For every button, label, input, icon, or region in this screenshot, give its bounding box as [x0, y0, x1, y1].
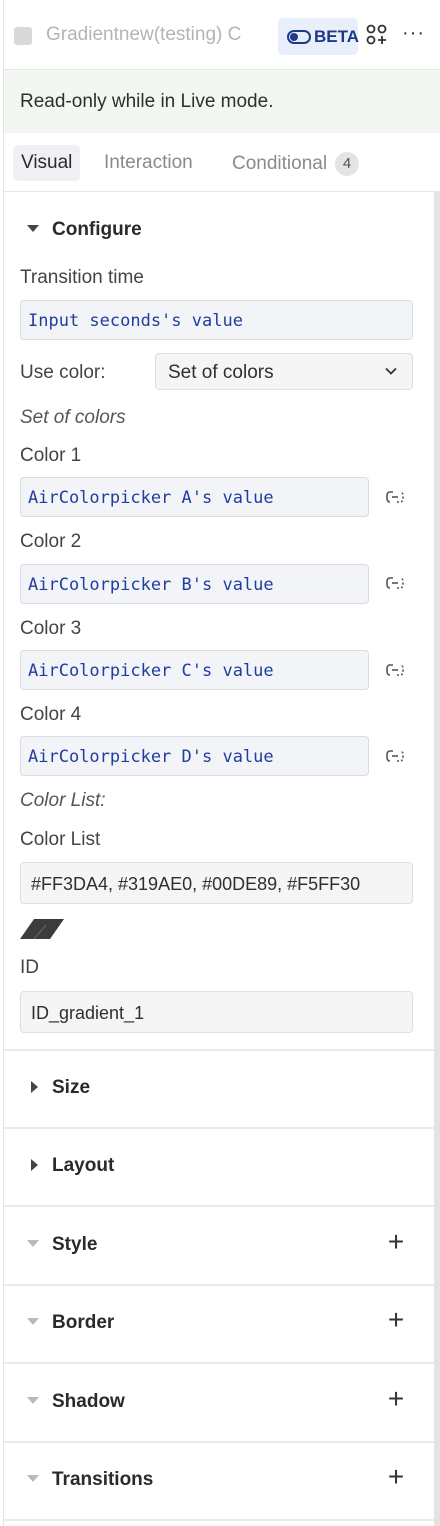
- properties-panel: Gradientnew(testing) C BETA ··· Read-onl…: [3, 0, 440, 1526]
- more-horizontal-icon[interactable]: ···: [402, 22, 426, 46]
- section-title: Style: [52, 1234, 98, 1255]
- color-list-input[interactable]: #FF3DA4, #319AE0, #00DE89, #F5FF30: [20, 862, 413, 904]
- divider: [4, 1441, 434, 1443]
- color-4-input[interactable]: AirColorpicker D's value: [20, 736, 369, 776]
- color-1-input[interactable]: AirColorpicker A's value: [20, 477, 369, 517]
- caret-right-icon: [31, 1159, 38, 1171]
- divider: [4, 1284, 434, 1286]
- color-3-label: Color 3: [20, 618, 82, 639]
- caret-down-icon: [27, 1475, 39, 1482]
- id-label: ID: [20, 957, 39, 978]
- beta-toggle-button[interactable]: BETA: [278, 18, 360, 55]
- caret-down-icon: [27, 1318, 39, 1325]
- section-title: Border: [52, 1312, 115, 1333]
- chevron-down-icon: [385, 367, 397, 375]
- toggle-icon: [287, 30, 311, 44]
- transition-time-label: Transition time: [20, 267, 144, 288]
- unlink-icon[interactable]: [384, 486, 406, 508]
- color-4-label: Color 4: [20, 704, 82, 725]
- add-border-button[interactable]: +: [385, 1306, 407, 1334]
- section-title: Size: [52, 1077, 91, 1098]
- use-color-select[interactable]: Set of colors: [155, 353, 413, 390]
- panel-header: Gradientnew(testing) C BETA ···: [4, 0, 440, 70]
- section-style-header[interactable]: Style +: [4, 1217, 434, 1275]
- color-1-label: Color 1: [20, 445, 82, 466]
- unlink-icon[interactable]: [384, 745, 406, 767]
- section-shadow-header[interactable]: Shadow +: [4, 1374, 434, 1432]
- id-input[interactable]: ID_gradient_1: [20, 991, 413, 1033]
- conditional-count-badge: 4: [335, 152, 360, 176]
- add-shadow-button[interactable]: +: [385, 1385, 407, 1413]
- beta-label: BETA: [314, 27, 360, 46]
- tab-label: Conditional: [232, 153, 328, 174]
- caret-down-icon: [27, 1240, 39, 1247]
- use-color-label: Use color:: [20, 362, 106, 383]
- add-transition-button[interactable]: +: [385, 1463, 407, 1491]
- color-3-input[interactable]: AirColorpicker C's value: [20, 650, 369, 690]
- section-size-header[interactable]: Size: [4, 1060, 434, 1118]
- tab-label: Visual: [21, 152, 73, 173]
- tab-label: Interaction: [104, 152, 193, 173]
- use-color-value: Set of colors: [168, 362, 274, 383]
- element-title[interactable]: Gradientnew(testing) C: [46, 24, 268, 46]
- section-configure-header[interactable]: Configure: [4, 202, 434, 260]
- caret-down-icon: [27, 225, 39, 232]
- caret-right-icon: [31, 1081, 38, 1093]
- section-title: Layout: [52, 1155, 115, 1176]
- tab-visual[interactable]: Visual: [13, 145, 81, 181]
- tab-bar: Visual Interaction Conditional 4: [4, 134, 440, 192]
- divider: [4, 1127, 434, 1129]
- unlink-icon[interactable]: [384, 659, 406, 681]
- color-list-heading: Color List:: [20, 790, 106, 811]
- color-2-input[interactable]: AirColorpicker B's value: [20, 564, 369, 604]
- section-layout-header[interactable]: Layout: [4, 1138, 434, 1196]
- banner-text: Read-only while in Live mode.: [20, 91, 274, 112]
- section-transitions-header[interactable]: Transitions +: [4, 1452, 434, 1510]
- gradient-preview: [20, 919, 64, 939]
- section-title: Shadow: [52, 1391, 125, 1412]
- section-title: Configure: [52, 219, 142, 240]
- section-title: Transitions: [52, 1469, 154, 1490]
- caret-down-icon: [27, 1397, 39, 1404]
- divider: [4, 1362, 434, 1364]
- tab-interaction[interactable]: Interaction: [96, 145, 201, 181]
- color-list-label: Color List: [20, 829, 101, 850]
- element-checkbox[interactable]: [14, 27, 32, 45]
- live-mode-banner: Read-only while in Live mode.: [4, 70, 440, 133]
- tab-conditional[interactable]: Conditional 4: [224, 145, 367, 181]
- divider: [4, 1519, 434, 1521]
- apps-add-icon[interactable]: [366, 24, 388, 46]
- section-border-header[interactable]: Border +: [4, 1295, 434, 1353]
- transition-time-input[interactable]: Input seconds's value: [20, 300, 413, 340]
- color-2-label: Color 2: [20, 531, 82, 552]
- set-of-colors-heading: Set of colors: [20, 407, 126, 428]
- unlink-icon[interactable]: [384, 572, 406, 594]
- scrollbar[interactable]: [434, 192, 440, 1526]
- add-style-button[interactable]: +: [385, 1228, 407, 1256]
- divider: [4, 1049, 434, 1051]
- divider: [4, 1205, 434, 1207]
